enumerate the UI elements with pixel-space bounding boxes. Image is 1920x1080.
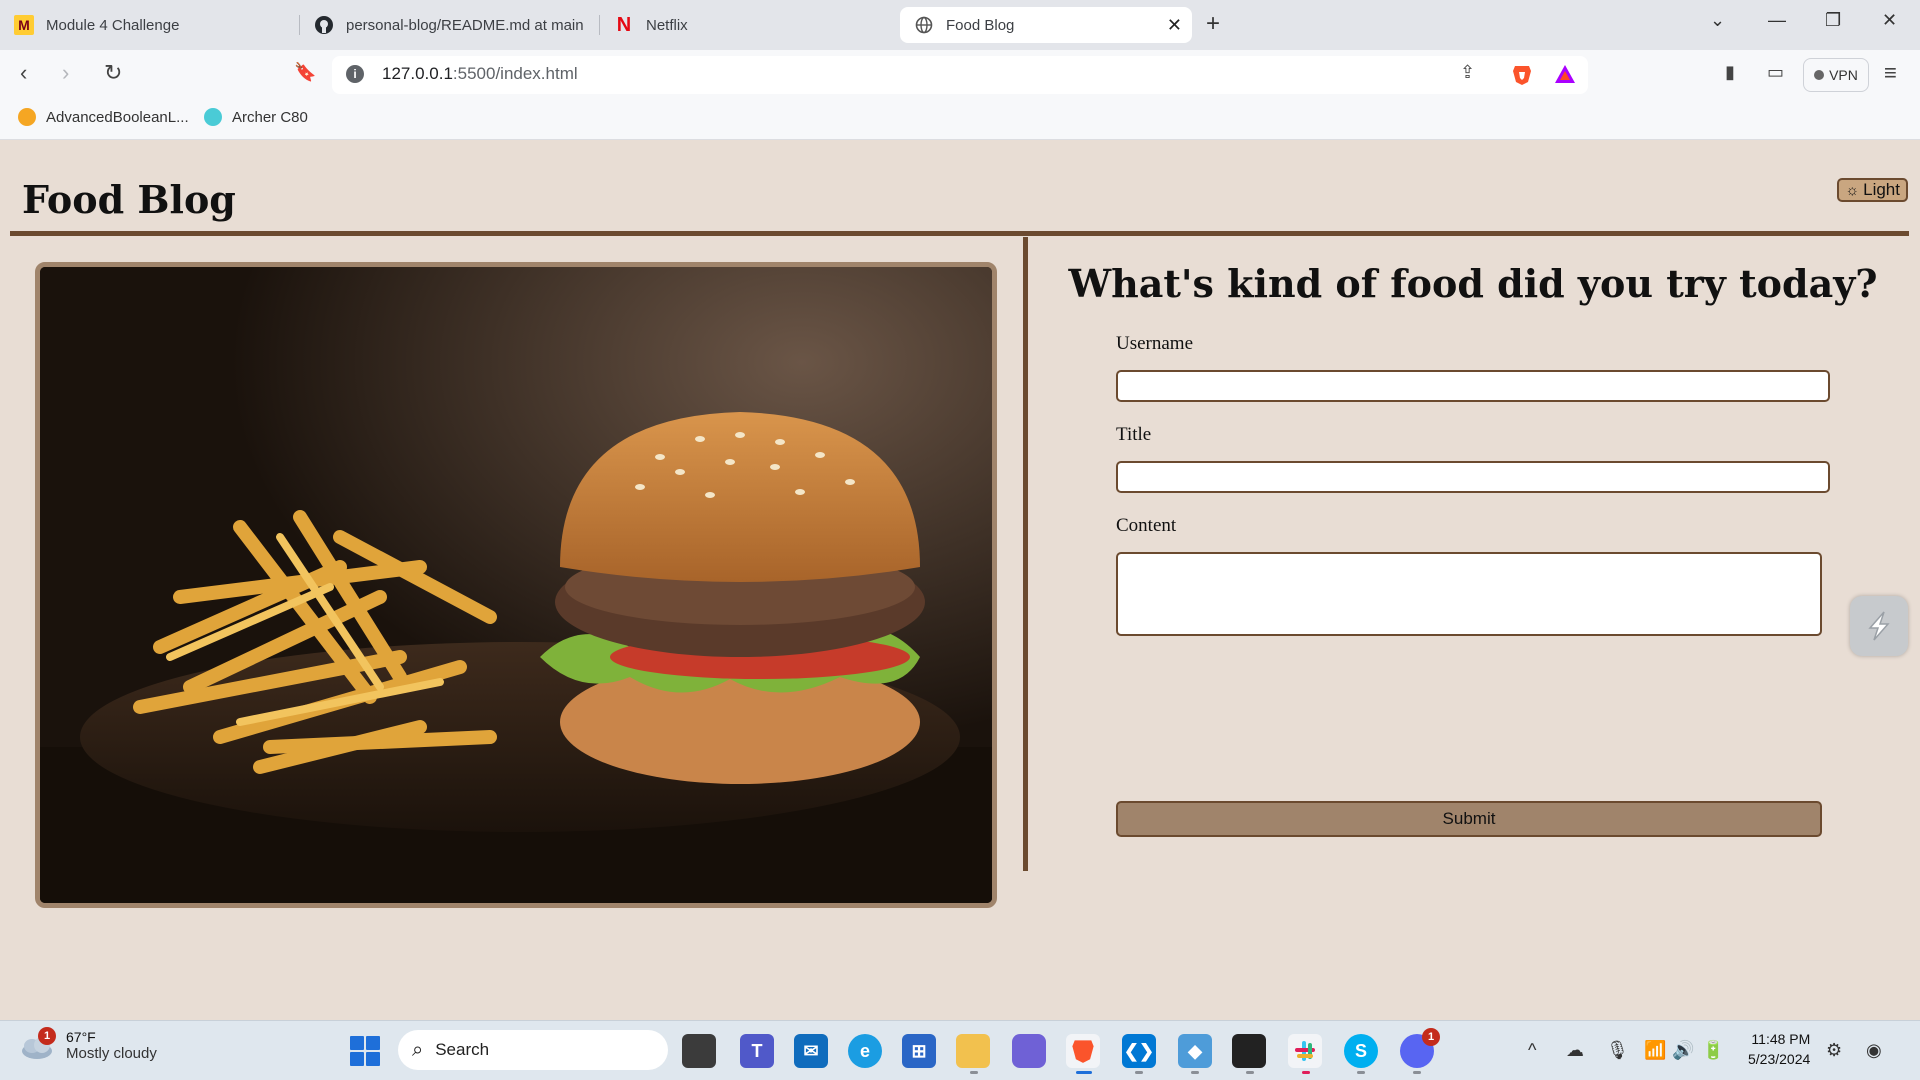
discord-badge: 1 <box>1422 1028 1440 1046</box>
tab-label: Module 4 Challenge <box>46 16 180 34</box>
username-label: Username <box>1116 333 1194 354</box>
microphone-icon[interactable]: 🎙 <box>1606 1040 1629 1061</box>
clock-time: 11:48 PM <box>1751 1031 1811 1047</box>
running-indicator <box>1191 1071 1199 1074</box>
battery-icon[interactable]: 🔋 <box>1702 1040 1724 1061</box>
restore-icon[interactable]: ❐ <box>1825 10 1841 31</box>
minimize-icon[interactable]: — <box>1768 10 1786 31</box>
bookmark-orange-icon <box>18 108 36 126</box>
sidebar-toggle-icon[interactable]: ▮ <box>1725 62 1735 83</box>
search-icon: ⌕ <box>412 1038 424 1061</box>
close-tab-icon[interactable]: ✕ <box>1167 15 1182 36</box>
brave-rewards-icon[interactable] <box>1554 64 1576 89</box>
hero-image <box>35 262 997 908</box>
title-label: Title <box>1116 424 1152 445</box>
back-icon[interactable]: ‹ <box>20 60 27 86</box>
sun-icon: ☼ <box>1845 181 1860 199</box>
copilot-icon[interactable] <box>1012 1034 1046 1068</box>
cloudy-weather-icon: 1 <box>20 1026 56 1061</box>
running-indicator <box>1135 1071 1143 1074</box>
site-title: Food Blog <box>22 177 236 222</box>
header-divider <box>10 231 1909 236</box>
volume-icon[interactable]: 🔊 <box>1672 1040 1694 1061</box>
site-info-icon[interactable]: i <box>346 65 364 83</box>
task-view-icon[interactable] <box>682 1034 716 1068</box>
bookmark-page-icon[interactable]: 🔖 <box>294 62 316 83</box>
discord-icon[interactable]: 1 <box>1400 1028 1440 1068</box>
theme-toggle-button[interactable]: ☼ Light <box>1837 178 1908 202</box>
title-input[interactable] <box>1116 461 1830 493</box>
wifi-icon[interactable]: 📶 <box>1644 1040 1666 1061</box>
weather-desc: Mostly cloudy <box>66 1045 157 1062</box>
tab-github-readme[interactable]: personal-blog/README.md at main <box>300 7 600 43</box>
github-icon <box>314 15 334 35</box>
form-heading: What's kind of food did you try today? <box>1068 261 1878 306</box>
tab-label: Netflix <box>646 16 688 34</box>
store-icon[interactable]: ⊞ <box>902 1034 936 1068</box>
floating-extension-button[interactable] <box>1850 596 1908 656</box>
file-explorer-icon[interactable] <box>956 1034 990 1068</box>
running-indicator <box>1413 1071 1421 1074</box>
edge-icon[interactable]: e <box>848 1034 882 1068</box>
bookmark-archer-c80[interactable]: Archer C80 <box>204 108 308 126</box>
umn-logo-icon: M <box>14 15 34 35</box>
brave-browser-icon[interactable] <box>1066 1034 1100 1068</box>
username-input[interactable] <box>1116 370 1830 402</box>
tab-food-blog[interactable]: Food Blog ✕ <box>900 7 1192 43</box>
tab-label: Food Blog <box>946 16 1015 34</box>
content-textarea[interactable] <box>1116 552 1822 636</box>
taskbar-search[interactable]: ⌕ Search <box>398 1030 668 1070</box>
burger-and-fries-photo <box>40 267 992 903</box>
share-icon[interactable]: ⇪ <box>1460 62 1475 83</box>
tab-netflix[interactable]: N Netflix <box>600 7 900 43</box>
column-divider <box>1023 237 1028 871</box>
show-hidden-icons-icon[interactable]: ^ <box>1528 1040 1536 1061</box>
tab-search-chevron-icon[interactable]: ⌄ <box>1710 10 1725 31</box>
tab-module-4-challenge[interactable]: M Module 4 Challenge <box>0 7 300 43</box>
active-indicator <box>1076 1071 1092 1074</box>
running-indicator <box>1302 1071 1310 1074</box>
forward-icon[interactable]: › <box>62 60 69 86</box>
new-tab-icon[interactable]: + <box>1206 10 1220 38</box>
clock-date: 5/23/2024 <box>1748 1051 1811 1067</box>
url-text[interactable]: 127.0.0.1:5500/index.html <box>382 64 578 84</box>
reload-icon[interactable]: ↻ <box>104 60 122 86</box>
window-close-icon[interactable]: ✕ <box>1882 10 1897 31</box>
running-indicator <box>1357 1071 1365 1074</box>
netflix-icon: N <box>616 13 632 36</box>
teams-icon[interactable]: T <box>740 1034 774 1068</box>
page-content: Food Blog ☼ Light What's kind of food di… <box>0 141 1920 1020</box>
settings-gear-icon[interactable]: ⚙ <box>1826 1040 1842 1061</box>
running-indicator <box>1246 1071 1254 1074</box>
weather-temp: 67°F <box>66 1029 96 1045</box>
content-label: Content <box>1116 515 1177 536</box>
brave-shields-icon[interactable] <box>1512 64 1532 91</box>
system-clock[interactable]: 11:48 PM 5/23/2024 <box>1748 1029 1810 1069</box>
bookmark-advanced-boolean[interactable]: AdvancedBooleanL... <box>18 108 189 126</box>
tplink-icon <box>204 108 222 126</box>
menu-icon[interactable]: ≡ <box>1884 60 1897 86</box>
wallet-icon[interactable]: ▭ <box>1767 62 1784 83</box>
copilot-pre-icon[interactable]: ◉ <box>1866 1040 1882 1061</box>
globe-icon <box>914 15 934 35</box>
weather-badge: 1 <box>38 1026 56 1045</box>
git-kraken-icon[interactable]: ◆ <box>1178 1034 1212 1068</box>
start-icon[interactable] <box>350 1036 380 1066</box>
submit-button[interactable]: Submit <box>1116 801 1822 837</box>
lightning-icon <box>1868 611 1890 641</box>
vpn-button[interactable]: VPN <box>1803 58 1869 92</box>
vscode-icon[interactable]: ❮❯ <box>1122 1034 1156 1068</box>
onedrive-icon[interactable]: ☁ <box>1566 1040 1584 1061</box>
weather-widget[interactable]: 1 67°F Mostly cloudy <box>20 1026 157 1062</box>
tab-label: personal-blog/README.md at main <box>346 16 584 34</box>
vpn-status-dot <box>1814 70 1825 80</box>
slack-icon[interactable] <box>1288 1034 1322 1068</box>
mail-icon[interactable]: ✉ <box>794 1034 828 1068</box>
running-indicator <box>970 1071 978 1074</box>
skype-icon[interactable]: S <box>1344 1034 1378 1068</box>
sticky-notes-icon[interactable] <box>1232 1034 1266 1068</box>
